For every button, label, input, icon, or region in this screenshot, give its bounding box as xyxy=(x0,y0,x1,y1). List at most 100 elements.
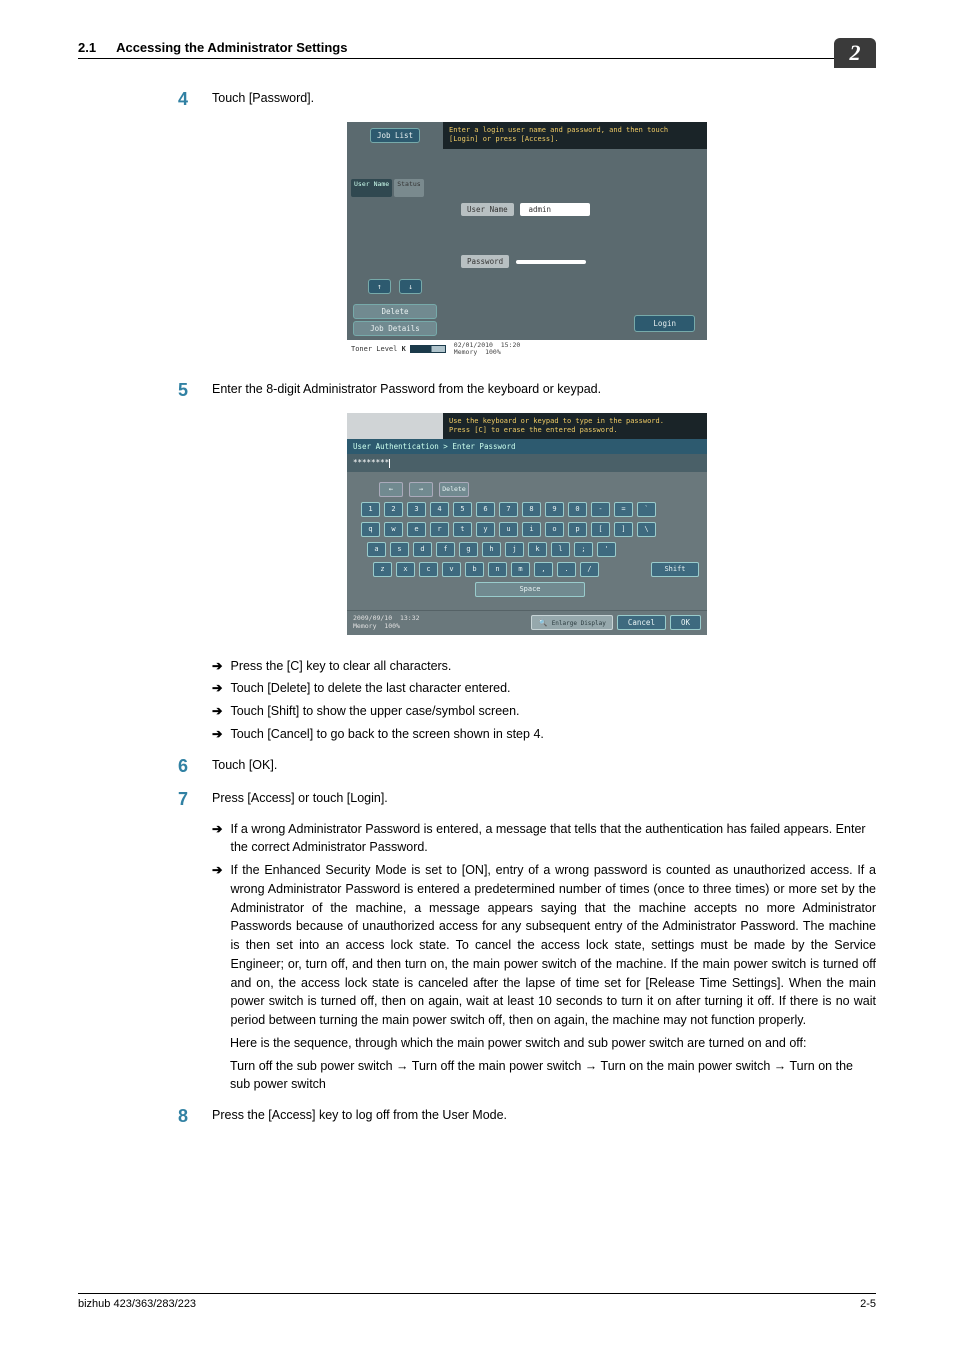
step-number: 4 xyxy=(178,89,212,110)
key-quote[interactable]: ' xyxy=(597,542,616,557)
key-7[interactable]: 7 xyxy=(499,502,518,517)
key-a[interactable]: a xyxy=(367,542,386,557)
key-equals[interactable]: = xyxy=(614,502,633,517)
key-f[interactable]: f xyxy=(436,542,455,557)
password-label[interactable]: Password xyxy=(461,255,509,268)
job-list-button[interactable]: Job List xyxy=(370,128,420,143)
step-number: 8 xyxy=(178,1106,212,1127)
step-4: 4 Touch [Password]. xyxy=(178,89,876,110)
key-x[interactable]: x xyxy=(396,562,415,577)
delete-button[interactable]: Delete xyxy=(353,304,437,319)
key-row-2: q w e r t y u i o p [ ] \ xyxy=(355,522,699,537)
step-text: Enter the 8-digit Administrator Password… xyxy=(212,380,876,399)
screenshot-login: Job List Enter a login user name and pas… xyxy=(178,122,876,358)
key-s[interactable]: s xyxy=(390,542,409,557)
key-rbracket[interactable]: ] xyxy=(614,522,633,537)
cursor-right-key[interactable]: → xyxy=(409,482,433,497)
key-4[interactable]: 4 xyxy=(430,502,449,517)
key-0[interactable]: 0 xyxy=(568,502,587,517)
section-number: 2.1 xyxy=(78,40,96,55)
ok-button[interactable]: OK xyxy=(670,615,701,630)
model-name: bizhub 423/363/283/223 xyxy=(78,1298,196,1310)
step-text: Press the [Access] key to log off from t… xyxy=(212,1106,876,1125)
onscreen-keyboard: ← → Delete 1 2 3 4 5 6 7 8 9 0 xyxy=(347,472,707,610)
key-t[interactable]: t xyxy=(453,522,472,537)
key-row-4: z x c v b n m , . / Shift xyxy=(355,562,699,577)
key-y[interactable]: y xyxy=(476,522,495,537)
section-title: Accessing the Administrator Settings xyxy=(116,40,876,55)
step-number: 5 xyxy=(178,380,212,401)
key-6[interactable]: 6 xyxy=(476,502,495,517)
key-i[interactable]: i xyxy=(522,522,541,537)
job-details-button[interactable]: Job Details xyxy=(353,321,437,336)
tab-username[interactable]: User Name xyxy=(351,179,392,197)
key-l[interactable]: l xyxy=(551,542,570,557)
username-label[interactable]: User Name xyxy=(461,203,514,216)
key-comma[interactable]: , xyxy=(534,562,553,577)
substep-tail: Here is the sequence, through which the … xyxy=(230,1034,876,1053)
key-z[interactable]: z xyxy=(373,562,392,577)
breadcrumb: User Authentication > Enter Password xyxy=(347,439,707,454)
key-n[interactable]: n xyxy=(488,562,507,577)
status-bar: Toner Level K 02/01/2010 15:20 Memory 10… xyxy=(347,340,707,358)
scroll-up-button[interactable]: ↑ xyxy=(368,279,391,294)
step-text: Touch [OK]. xyxy=(212,756,876,775)
cancel-button[interactable]: Cancel xyxy=(617,615,666,630)
key-slash[interactable]: / xyxy=(580,562,599,577)
status-bar: 2009/09/10 13:32 Memory 100% 🔍 Enlarge D… xyxy=(347,610,707,635)
step-8: 8 Press the [Access] key to log off from… xyxy=(178,1106,876,1127)
key-row-1: 1 2 3 4 5 6 7 8 9 0 - = ` xyxy=(355,502,699,517)
hint-text: Enter a login user name and password, an… xyxy=(443,122,707,149)
chapter-badge: 2 xyxy=(834,38,876,68)
key-m[interactable]: m xyxy=(511,562,530,577)
substep: ➔If the Enhanced Security Mode is set to… xyxy=(212,861,876,1030)
arrow-icon: ➔ xyxy=(212,679,222,698)
shift-key[interactable]: Shift xyxy=(651,562,699,577)
cursor-left-key[interactable]: ← xyxy=(379,482,403,497)
key-d[interactable]: d xyxy=(413,542,432,557)
key-minus[interactable]: - xyxy=(591,502,610,517)
key-c[interactable]: c xyxy=(419,562,438,577)
substep: ➔Touch [Delete] to delete the last chara… xyxy=(212,679,876,698)
key-h[interactable]: h xyxy=(482,542,501,557)
key-e[interactable]: e xyxy=(407,522,426,537)
key-p[interactable]: p xyxy=(568,522,587,537)
login-button[interactable]: Login xyxy=(634,315,695,332)
key-o[interactable]: o xyxy=(545,522,564,537)
key-b[interactable]: b xyxy=(465,562,484,577)
key-r[interactable]: r xyxy=(430,522,449,537)
key-period[interactable]: . xyxy=(557,562,576,577)
key-q[interactable]: q xyxy=(361,522,380,537)
key-g[interactable]: g xyxy=(459,542,478,557)
page-number: 2-5 xyxy=(860,1298,876,1310)
arrow-icon: ➔ xyxy=(212,820,222,839)
key-backslash[interactable]: \ xyxy=(637,522,656,537)
key-w[interactable]: w xyxy=(384,522,403,537)
key-semicolon[interactable]: ; xyxy=(574,542,593,557)
key-v[interactable]: v xyxy=(442,562,461,577)
scroll-down-button[interactable]: ↓ xyxy=(399,279,422,294)
arrow-icon: ➔ xyxy=(212,725,222,744)
enlarge-button[interactable]: 🔍 Enlarge Display xyxy=(531,615,612,630)
space-key[interactable]: Space xyxy=(475,582,585,597)
delete-key[interactable]: Delete xyxy=(439,482,469,497)
page-footer: bizhub 423/363/283/223 2-5 xyxy=(78,1293,876,1310)
key-2[interactable]: 2 xyxy=(384,502,403,517)
key-9[interactable]: 9 xyxy=(545,502,564,517)
tab-status[interactable]: Status xyxy=(394,179,423,197)
substep: ➔Touch [Cancel] to go back to the screen… xyxy=(212,725,876,744)
key-3[interactable]: 3 xyxy=(407,502,426,517)
key-8[interactable]: 8 xyxy=(522,502,541,517)
key-lbracket[interactable]: [ xyxy=(591,522,610,537)
key-j[interactable]: j xyxy=(505,542,524,557)
substep-tail: Turn off the sub power switch → Turn off… xyxy=(230,1057,876,1095)
username-value: admin xyxy=(520,203,590,216)
page-header: 2.1 Accessing the Administrator Settings xyxy=(78,40,876,59)
step-5: 5 Enter the 8-digit Administrator Passwo… xyxy=(178,380,876,401)
key-u[interactable]: u xyxy=(499,522,518,537)
key-k[interactable]: k xyxy=(528,542,547,557)
key-5[interactable]: 5 xyxy=(453,502,472,517)
key-1[interactable]: 1 xyxy=(361,502,380,517)
key-backtick[interactable]: ` xyxy=(637,502,656,517)
password-input[interactable]: ******** xyxy=(347,454,707,472)
